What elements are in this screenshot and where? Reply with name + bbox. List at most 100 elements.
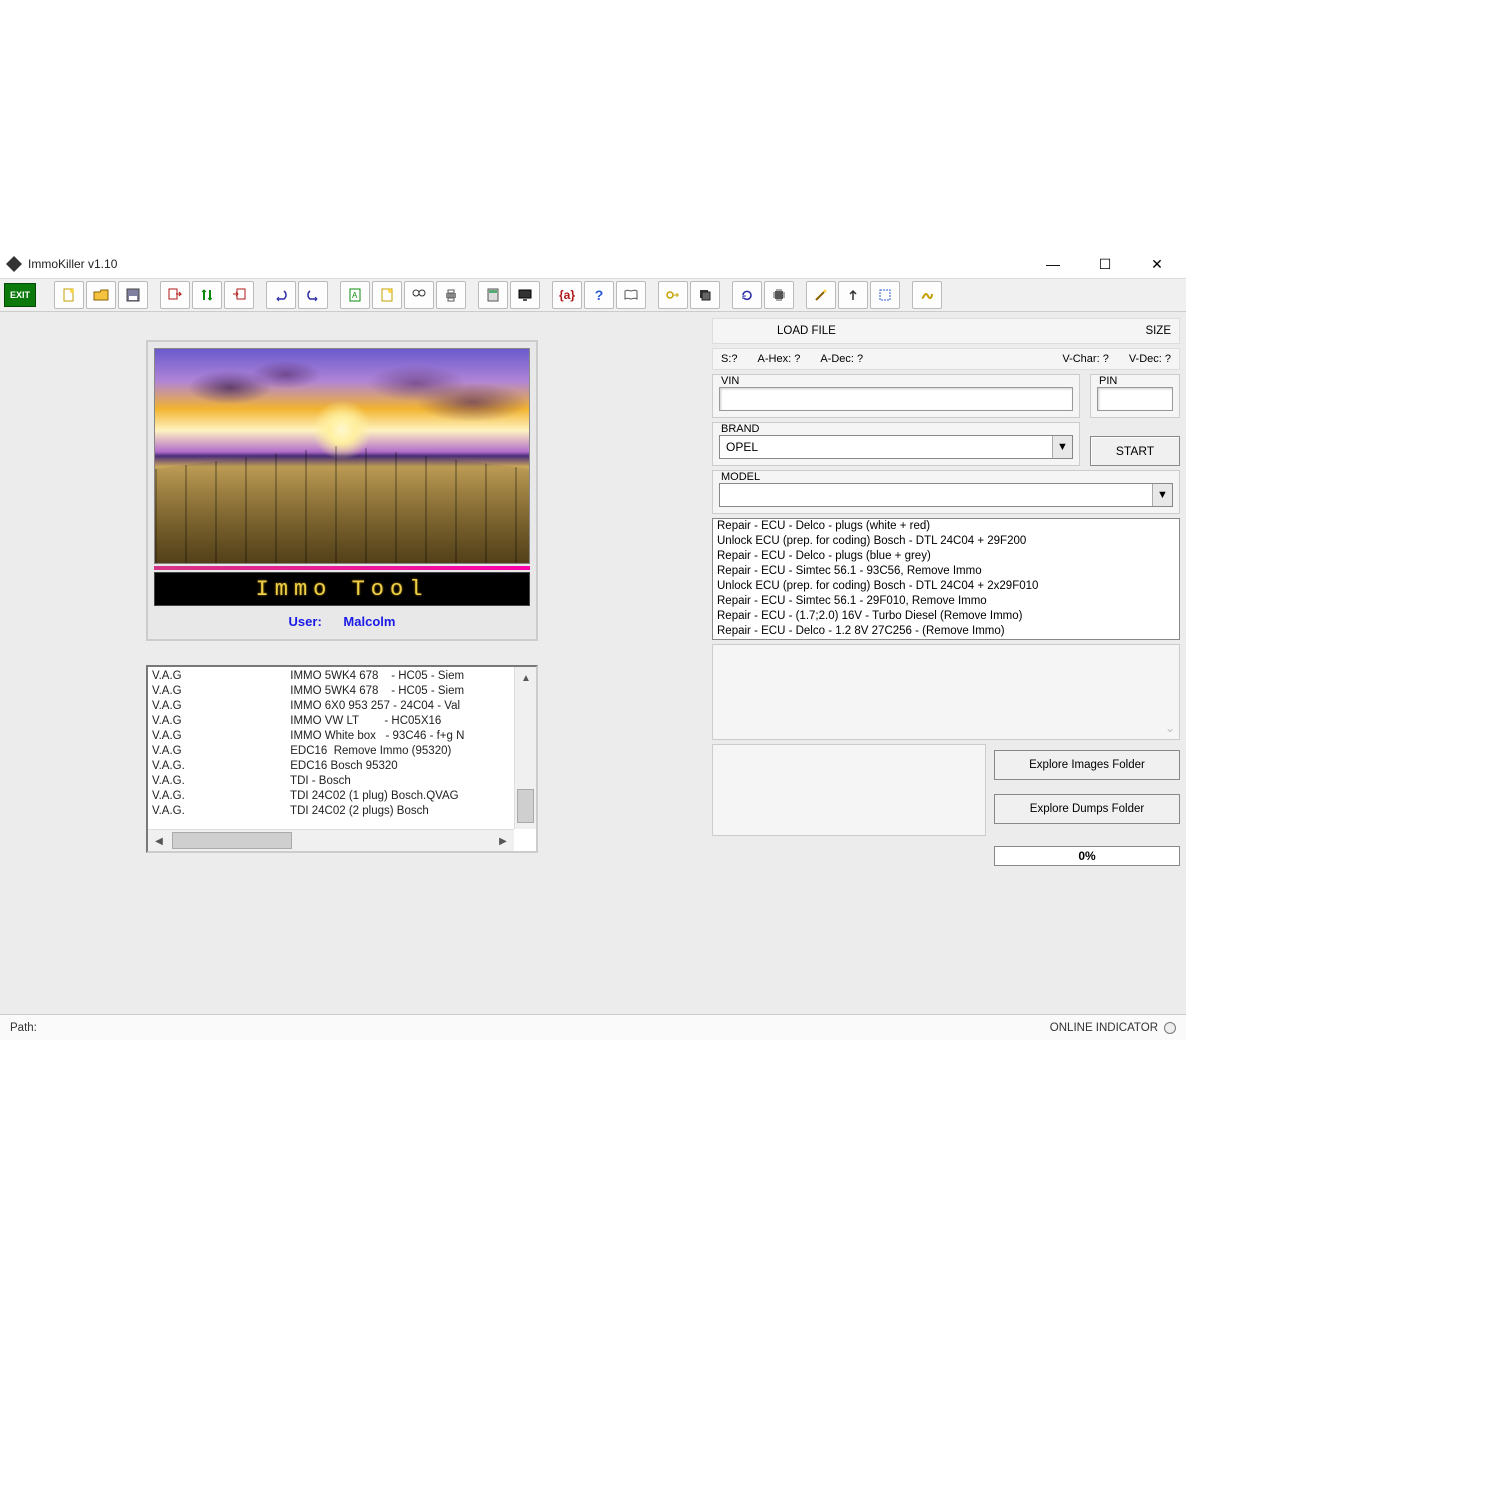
brand-select[interactable]: OPEL ▼ [719, 435, 1073, 459]
vin-fieldset: VIN [712, 374, 1080, 418]
help-icon[interactable]: ? [584, 281, 614, 309]
splash-panel: Immo Tool User: Malcolm [146, 340, 538, 641]
worm-icon[interactable] [912, 281, 942, 309]
stack-icon[interactable] [690, 281, 720, 309]
splash-banner: Immo Tool [154, 572, 530, 606]
list-item[interactable]: V.A.G IMMO 5WK4 678 - HC05 - Siem [152, 684, 510, 699]
redo-icon[interactable] [298, 281, 328, 309]
doc-a-icon[interactable]: A [340, 281, 370, 309]
minimize-button[interactable]: — [1036, 253, 1070, 275]
start-button[interactable]: START [1090, 436, 1180, 466]
open-icon[interactable] [86, 281, 116, 309]
status-bar: Path: ONLINE INDICATOR [0, 1014, 1186, 1040]
vin-label: VIN [719, 375, 1073, 387]
refresh-icon[interactable] [732, 281, 762, 309]
screen-icon[interactable] [510, 281, 540, 309]
thumbnail-pane [712, 744, 986, 836]
undo-icon[interactable] [266, 281, 296, 309]
wand-icon[interactable] [806, 281, 836, 309]
new-icon[interactable] [54, 281, 84, 309]
exit-button[interactable]: EXIT [4, 283, 36, 307]
doc-b-icon[interactable] [372, 281, 402, 309]
dropdown-option[interactable]: Repair - ECU - Delco - plugs (blue + gre… [713, 549, 1179, 564]
transfer-icon[interactable] [192, 281, 222, 309]
select-icon[interactable] [870, 281, 900, 309]
load-file-header: LOAD FILE SIZE [712, 318, 1180, 344]
app-window: ImmoKiller v1.10 — ☐ ✕ EXIT A {a} ? [0, 250, 1186, 1040]
dropdown-option[interactable]: Unlock ECU (prep. for coding) Bosch - DT… [713, 579, 1179, 594]
calculator-icon[interactable] [478, 281, 508, 309]
scroll-up-icon[interactable]: ▲ [515, 667, 537, 689]
user-line: User: Malcolm [154, 614, 530, 633]
right-column: LOAD FILE SIZE S:? A-Hex: ? A-Dec: ? V-C… [706, 312, 1186, 1014]
window-title: ImmoKiller v1.10 [28, 257, 1036, 271]
horizontal-scrollbar[interactable]: ◀ ▶ [148, 829, 514, 851]
find-icon[interactable] [404, 281, 434, 309]
brand-fieldset: BRAND OPEL ▼ [712, 422, 1080, 466]
up-icon[interactable] [838, 281, 868, 309]
list-item[interactable]: V.A.G. TDI 24C02 (2 plugs) Bosch [152, 804, 510, 819]
import-icon[interactable] [160, 281, 190, 309]
list-item[interactable]: V.A.G IMMO 5WK4 678 - HC05 - Siem [152, 669, 510, 684]
toolbar: EXIT A {a} ? [0, 278, 1186, 312]
stat-ahex: A-Hex: ? [758, 353, 801, 365]
chevron-down-icon[interactable]: ▼ [1052, 436, 1072, 458]
model-dropdown-list[interactable]: Repair - ECU - Delco - plugs (white + re… [712, 518, 1180, 640]
svg-text:A: A [352, 291, 358, 300]
scroll-thumb[interactable] [517, 789, 534, 823]
brand-value: OPEL [720, 440, 1052, 454]
chip-icon[interactable] [764, 281, 794, 309]
save-icon[interactable] [118, 281, 148, 309]
list-item[interactable]: V.A.G. TDI 24C02 (1 plug) Bosch.QVAG [152, 789, 510, 804]
chevron-down-icon[interactable]: ▼ [1152, 484, 1172, 506]
pin-label: PIN [1097, 375, 1173, 387]
work-area: Immo Tool User: Malcolm V.A.G IMMO 5WK4 … [0, 312, 1186, 1014]
pin-input[interactable] [1097, 387, 1173, 411]
left-column: Immo Tool User: Malcolm V.A.G IMMO 5WK4 … [0, 312, 706, 1014]
dropdown-option[interactable]: Repair - ECU - Delco - plugs (white + re… [713, 519, 1179, 534]
explore-dumps-button[interactable]: Explore Dumps Folder [994, 794, 1180, 824]
model-select[interactable]: ▼ [719, 483, 1173, 507]
splash-image [154, 348, 530, 564]
dropdown-option[interactable]: Repair - ECU - Simtec 56.1 - 29F010, Rem… [713, 594, 1179, 609]
maximize-button[interactable]: ☐ [1088, 253, 1122, 275]
scroll-right-icon[interactable]: ▶ [492, 830, 514, 852]
dropdown-option[interactable]: Repair - ECU - (1.7;2.0) 16V - Turbo Die… [713, 609, 1179, 624]
size-label: SIZE [1145, 325, 1171, 337]
model-fieldset: MODEL ▼ [712, 470, 1180, 514]
online-indicator-label: ONLINE INDICATOR [1050, 1022, 1158, 1034]
vertical-scrollbar[interactable]: ▲ ▼ [514, 667, 536, 829]
list-item[interactable]: V.A.G IMMO White box - 93C46 - f+g N [152, 729, 510, 744]
vin-input[interactable] [719, 387, 1073, 411]
title-bar: ImmoKiller v1.10 — ☐ ✕ [0, 250, 1186, 278]
list-item[interactable]: V.A.G IMMO VW LT - HC05X16 [152, 714, 510, 729]
explore-images-button[interactable]: Explore Images Folder [994, 750, 1180, 780]
export-icon[interactable] [224, 281, 254, 309]
splash-stripe [154, 566, 530, 570]
stat-line: S:? A-Hex: ? A-Dec: ? V-Char: ? V-Dec: ? [712, 348, 1180, 370]
dropdown-option[interactable]: Unlock ECU (prep. for coding) Bosch - DT… [713, 534, 1179, 549]
list-item[interactable]: V.A.G EDC16 Remove Immo (95320) [152, 744, 510, 759]
path-label: Path: [10, 1022, 1050, 1034]
list-item[interactable]: V.A.G. TDI - Bosch [152, 774, 510, 789]
dropdown-option[interactable]: Repair - ECU - Simtec 56.1 - 93C56, Remo… [713, 564, 1179, 579]
progress-bar: 0% [994, 846, 1180, 866]
bulb-icon [1164, 1022, 1176, 1034]
dropdown-option[interactable]: Repair - ECU - Delco - 1.2 8V 27C256 - (… [713, 624, 1179, 639]
stat-vchar: V-Char: ? [1062, 353, 1108, 365]
key-icon[interactable] [658, 281, 688, 309]
scroll-thumb-h[interactable] [172, 832, 292, 849]
vag-listbox[interactable]: V.A.G IMMO 5WK4 678 - HC05 - SiemV.A.G I… [146, 665, 538, 853]
brace-icon[interactable]: {a} [552, 281, 582, 309]
user-name: Malcolm [343, 614, 395, 629]
brand-label: BRAND [719, 423, 1073, 435]
stat-s: S:? [721, 353, 738, 365]
book-icon[interactable] [616, 281, 646, 309]
list-item[interactable]: V.A.G IMMO 6X0 953 257 - 24C04 - Val [152, 699, 510, 714]
stat-vdec: V-Dec: ? [1129, 353, 1171, 365]
close-button[interactable]: ✕ [1140, 253, 1174, 275]
print-icon[interactable] [436, 281, 466, 309]
pin-fieldset: PIN [1090, 374, 1180, 418]
list-item[interactable]: V.A.G. EDC16 Bosch 95320 [152, 759, 510, 774]
scroll-left-icon[interactable]: ◀ [148, 830, 170, 852]
